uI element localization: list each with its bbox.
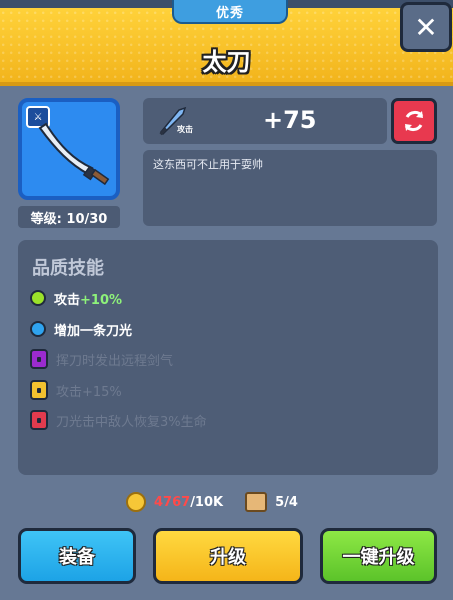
one-click-upgrade-button[interactable]: 一键升级 [320,528,437,584]
quality-skills-box: 品质技能 攻击+10% 增加一条刀光 挥刀时发出远程剑气 攻击+15% 刀光击中… [18,240,438,475]
skill-row-5: 刀光击中敌人恢复3%生命 [30,409,207,431]
skill-unlocked-icon [30,290,46,306]
skill-row-2: 增加一条刀光 [30,318,132,340]
close-button[interactable]: ✕ [400,2,452,52]
skill-row-3: 挥刀时发出远程剑气 [30,348,173,370]
attack-stat-tag: 攻击 [177,125,193,134]
item-title: 太刀 [202,48,251,76]
lock-icon [30,380,48,400]
lock-icon [30,349,48,369]
close-icon: ✕ [414,10,438,44]
skill-text: 攻击+10% [54,292,123,308]
attack-stat-value: +75 [263,106,317,134]
katana-icon [38,122,110,186]
skill-text: 刀光击中敌人恢复3%生命 [56,414,207,430]
rarity-tab: 优秀 [172,0,288,24]
attack-stat-box: 攻击 +75 [143,98,387,144]
lock-icon [30,410,48,430]
skill-unlocked-icon [30,321,46,337]
coin-icon [126,492,146,512]
skill-row-1: 攻击+10% [30,287,122,309]
item-description: 这东西可不止用于耍帅 [153,158,263,171]
scroll-icon [245,492,268,512]
coin-cost: 4767/10K [154,494,224,510]
item-description-box: 这东西可不止用于耍帅 [143,150,437,226]
item-icon-frame: ⚔ [18,98,120,200]
skill-text: 攻击+15% [56,384,122,400]
skill-text: 挥刀时发出远程剑气 [56,353,174,369]
refresh-icon [404,110,424,132]
item-level: 等级: 10/30 [18,206,120,228]
quality-skills-title: 品质技能 [32,258,104,279]
equip-button[interactable]: 装备 [18,528,136,584]
upgrade-cost: 4767/10K 5/4 [126,490,298,514]
upgrade-button[interactable]: 升级 [153,528,303,584]
skill-row-4: 攻击+15% [30,379,122,401]
scroll-cost: 5/4 [275,494,298,510]
reroll-button[interactable] [391,98,437,144]
skill-text: 增加一条刀光 [54,323,133,339]
